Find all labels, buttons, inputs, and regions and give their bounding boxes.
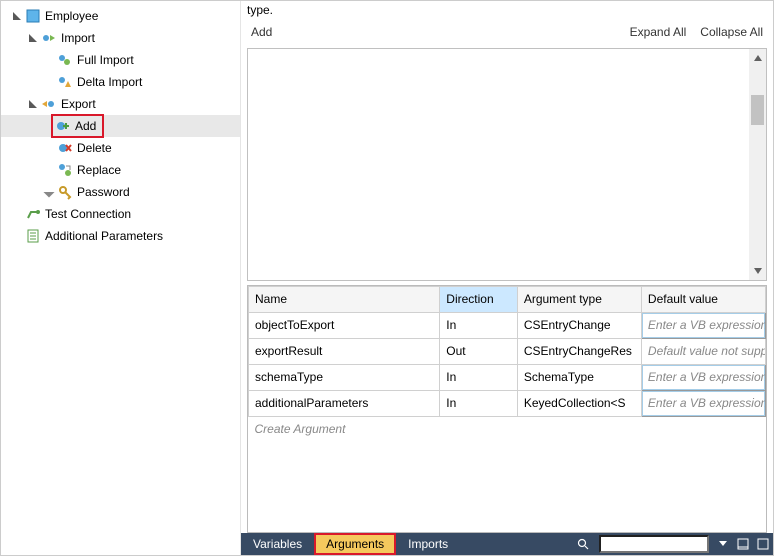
cell-direction[interactable]: In [440,312,518,338]
cell-name[interactable]: schemaType [249,364,440,390]
table-row[interactable]: exportResult Out CSEntryChangeRes Defaul… [249,338,766,364]
cell-default[interactable]: Enter a VB expression [641,312,765,338]
tree-label: Export [61,97,96,111]
full-import-icon [57,52,73,68]
tree-label: Test Connection [45,207,131,221]
expander-icon[interactable] [9,12,25,20]
tree-node-full-import[interactable]: Full Import [1,49,240,71]
tree-node-replace[interactable]: Replace [1,159,240,181]
test-connection-icon [25,206,41,222]
scroll-down-icon[interactable] [749,263,766,280]
highlight-box: Add [51,114,104,138]
cell-name[interactable]: objectToExport [249,312,440,338]
create-argument-label[interactable]: Create Argument [249,416,766,442]
cell-default[interactable]: Enter a VB expression [641,390,765,416]
table-row[interactable]: schemaType In SchemaType Enter a VB expr… [249,364,766,390]
description-text: type. [241,1,773,19]
cell-argtype[interactable]: CSEntryChangeRes [517,338,641,364]
tab-variables[interactable]: Variables [241,533,314,555]
right-panel: type. Add Expand All Collapse All Name D… [241,1,773,555]
table-row[interactable]: additionalParameters In KeyedCollection<… [249,390,766,416]
tree-label: Delta Import [77,75,142,89]
tree-label: Import [61,31,95,45]
cell-default[interactable]: Enter a VB expression [641,364,765,390]
tree-label: Add [75,119,96,133]
replace-icon [57,162,73,178]
col-argtype[interactable]: Argument type [517,286,641,312]
cell-direction[interactable]: In [440,390,518,416]
expander-icon[interactable] [25,100,41,108]
cell-argtype[interactable]: SchemaType [517,364,641,390]
create-argument-row[interactable]: Create Argument [249,416,766,442]
cell-default[interactable]: Default value not suppor [641,338,765,364]
action-bar: Add Expand All Collapse All [241,19,773,48]
tree-node-employee[interactable]: Employee [1,5,240,27]
bottom-bar: Variables Arguments Imports [241,533,773,555]
scroll-up-icon[interactable] [749,49,766,66]
password-icon [57,184,73,200]
expander-icon[interactable] [41,188,57,196]
search-icon[interactable] [571,533,595,555]
add-action[interactable]: Add [251,25,272,39]
cell-direction[interactable]: Out [440,338,518,364]
cell-argtype[interactable]: KeyedCollection<S [517,390,641,416]
entity-icon [25,8,41,24]
designer-canvas[interactable] [247,48,767,281]
tree-node-additional-params[interactable]: Additional Parameters [1,225,240,247]
delete-icon [57,140,73,156]
dropdown-button[interactable] [713,533,733,555]
arguments-table: Name Direction Argument type Default val… [247,285,767,534]
table-row[interactable]: objectToExport In CSEntryChange Enter a … [249,312,766,338]
tree-label: Employee [45,9,98,23]
search-input[interactable] [599,535,709,553]
tree-node-export[interactable]: Export [1,93,240,115]
cell-argtype[interactable]: CSEntryChange [517,312,641,338]
tab-arguments[interactable]: Arguments [314,533,396,555]
tree-node-import[interactable]: Import [1,27,240,49]
tree-panel: Employee Import Full Import Delta Import… [1,1,241,555]
expander-icon[interactable] [25,34,41,42]
cell-direction[interactable]: In [440,364,518,390]
collapse-all-action[interactable]: Collapse All [700,25,763,39]
params-icon [25,228,41,244]
col-default[interactable]: Default value [641,286,765,312]
scroll-thumb[interactable] [751,95,764,125]
expand-panel-button[interactable] [733,533,753,555]
tab-imports[interactable]: Imports [396,533,460,555]
import-icon [41,30,57,46]
tree-label: Full Import [77,53,134,67]
table-blank-area [248,442,766,532]
cell-name[interactable]: additionalParameters [249,390,440,416]
tree-node-delete[interactable]: Delete [1,137,240,159]
expand-all-action[interactable]: Expand All [630,25,687,39]
tree-node-add[interactable]: Add [1,115,240,137]
tree-node-delta-import[interactable]: Delta Import [1,71,240,93]
tree-label: Replace [77,163,121,177]
export-icon [41,96,57,112]
delta-import-icon [57,74,73,90]
add-icon [55,118,71,134]
cell-name[interactable]: exportResult [249,338,440,364]
tree-node-password[interactable]: Password [1,181,240,203]
tree-label: Password [77,185,130,199]
table-header-row: Name Direction Argument type Default val… [249,286,766,312]
tree-label: Additional Parameters [45,229,163,243]
tree-node-test-connection[interactable]: Test Connection [1,203,240,225]
maximize-panel-button[interactable] [753,533,773,555]
col-direction[interactable]: Direction [440,286,518,312]
col-name[interactable]: Name [249,286,440,312]
vertical-scrollbar[interactable] [749,49,766,280]
tree-label: Delete [77,141,112,155]
